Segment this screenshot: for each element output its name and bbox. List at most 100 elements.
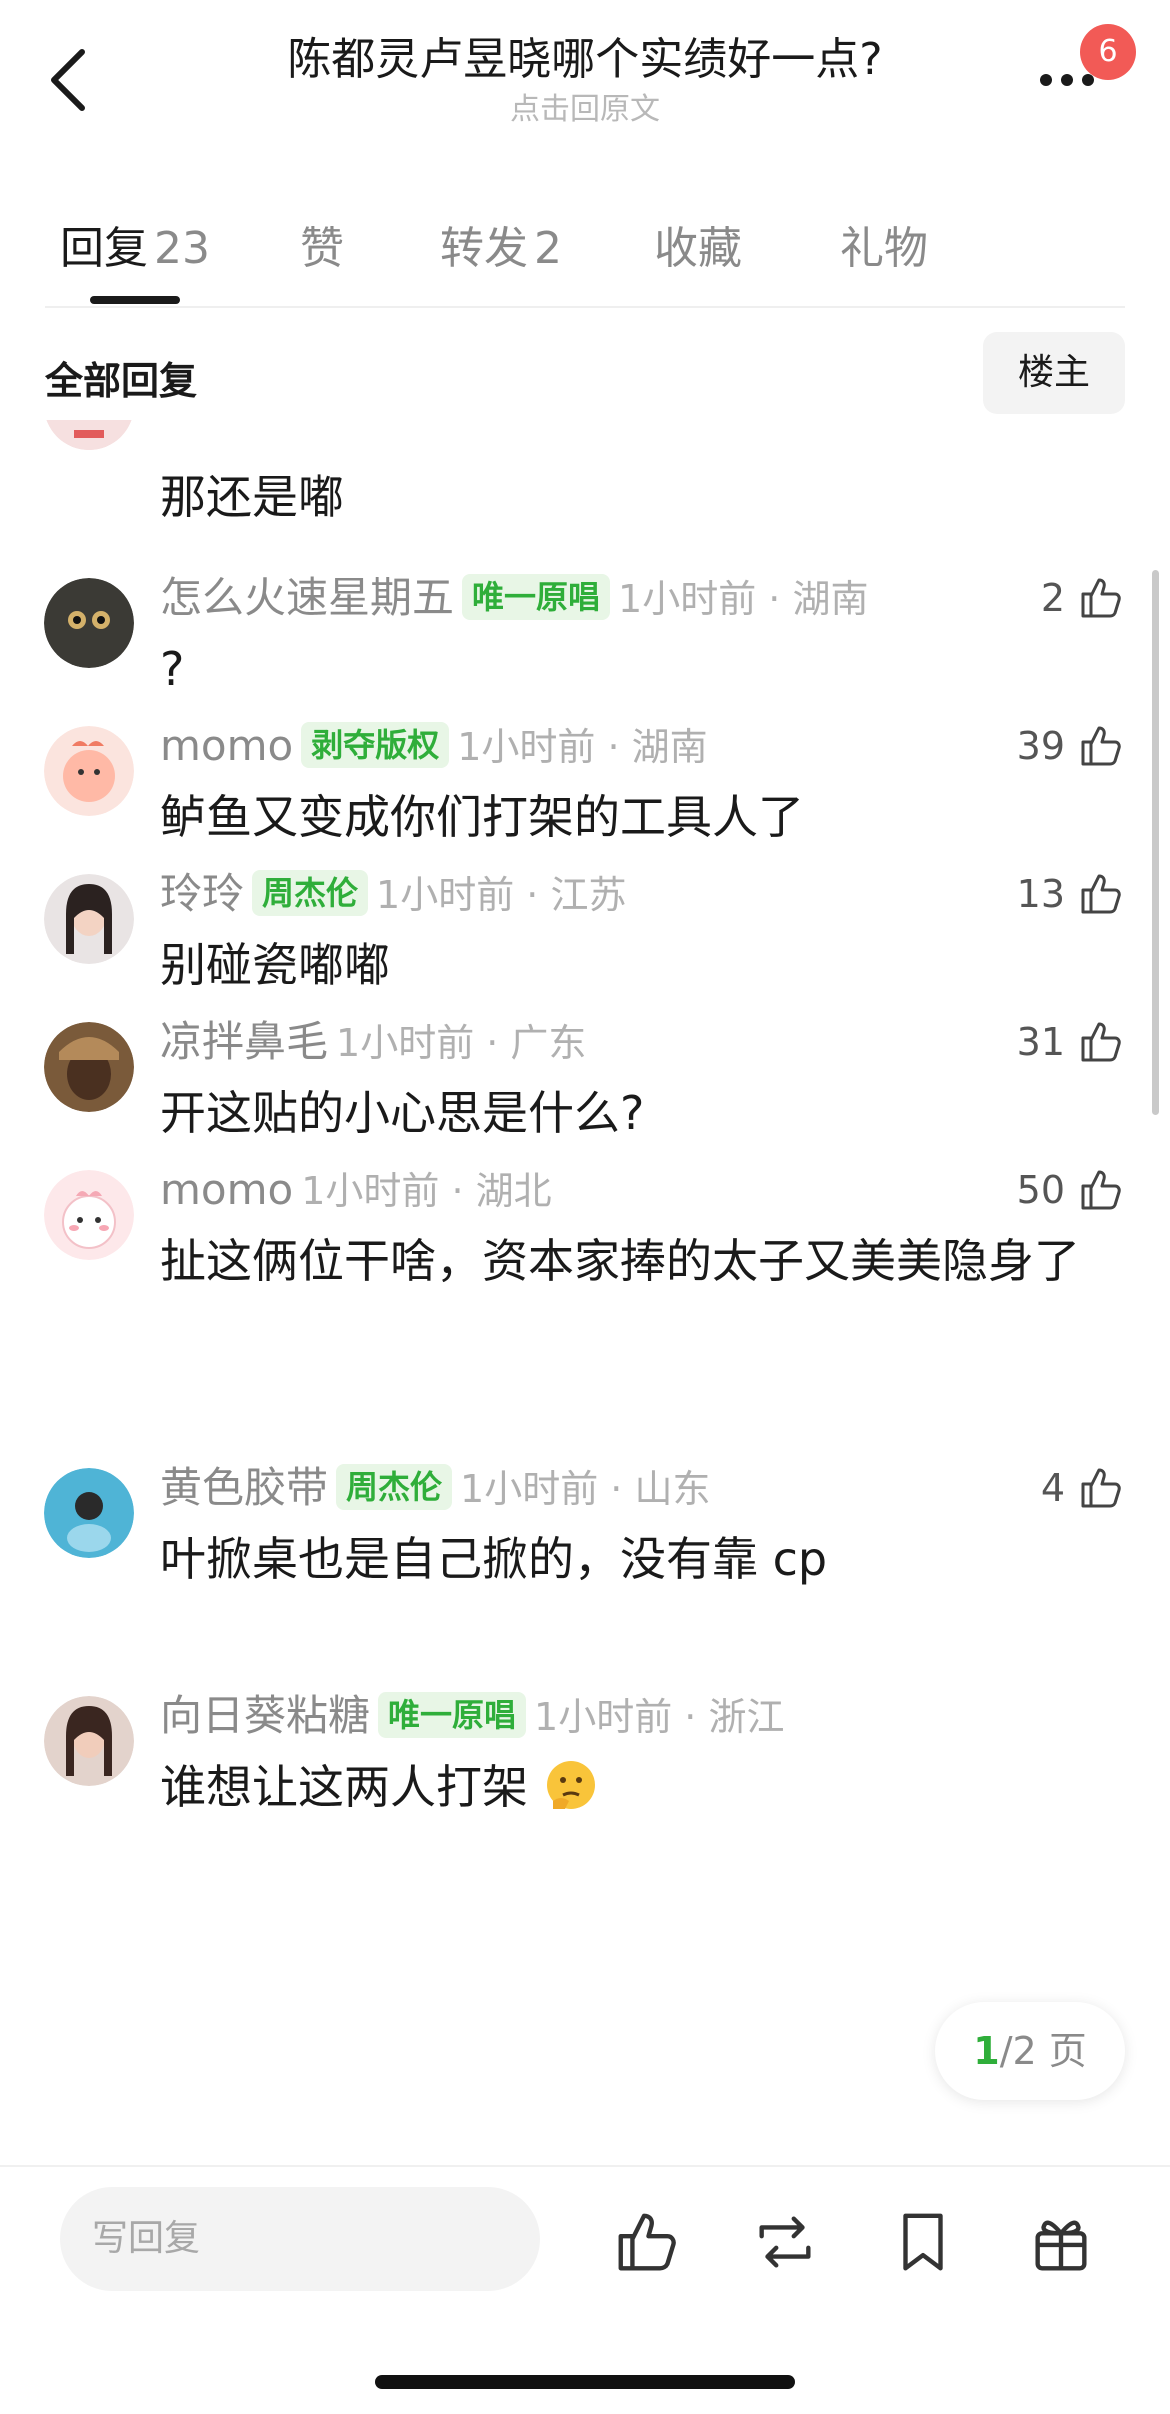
like-icon [618,2213,676,2271]
bookmark-button[interactable] [888,2207,958,2277]
repost-button[interactable] [750,2207,820,2277]
bookmark-icon [903,2213,943,2271]
all-replies-label: 全部回复 [45,359,198,403]
active-tab-indicator [90,296,180,304]
comment-meta: 1小时前 · 湖北 [301,1169,552,1213]
comment-header: 怎么火速星期五 唯一原唱 1小时前 · 湖南 [160,570,868,627]
fan-badge[interactable]: 唯一原唱 [378,1692,527,1738]
comment-text: 扯这俩位干啥，资本家捧的太子又美美隐身了 [160,1234,1080,1288]
fan-badge[interactable]: 周杰伦 [336,1464,453,1510]
comment-header: momo 剥夺版权 1小时前 · 湖南 [160,718,708,775]
scrollbar[interactable] [1152,570,1159,1115]
fan-badge[interactable]: 剥夺版权 [301,722,450,768]
tab-label: 礼物 [840,223,928,274]
like-button[interactable]: 50 [1017,1162,1125,1218]
tab-likes[interactable]: 赞 [300,212,344,276]
like-button[interactable]: 4 [1041,1460,1125,1516]
divider [45,306,1125,308]
thumbs-up-icon [1081,578,1121,618]
comment-text: 那还是嘟 [160,470,344,524]
comment-meta: 1小时前 · 浙江 [534,1695,785,1739]
comment-header: 向日葵粘糖 唯一原唱 1小时前 · 浙江 [160,1688,784,1745]
comment-meta: 1小时前 · 湖南 [618,577,869,621]
comment-header: 凉拌鼻毛 1小时前 · 广东 [160,1014,586,1071]
tab-reposts[interactable]: 转发 2 [440,212,562,276]
thumbs-up-icon [1081,726,1121,766]
avatar[interactable] [44,726,134,816]
gift-icon [1035,2220,1087,2271]
username[interactable]: momo [160,721,293,770]
username[interactable]: 凉拌鼻毛 [160,1017,328,1066]
comment-text: ? [160,642,185,696]
like-count: 31 [1016,1020,1065,1064]
back-button[interactable] [40,40,100,120]
username[interactable]: 玲玲 [160,869,244,918]
tab-label: 收藏 [654,223,742,274]
avatar[interactable] [44,578,134,668]
avatar[interactable] [44,1170,134,1260]
like-button[interactable]: 13 [1017,866,1125,922]
thumbs-up-icon [1081,874,1121,914]
like-button[interactable]: 31 [1017,1014,1125,1070]
like-count: 50 [1016,1168,1065,1212]
username[interactable]: 向日葵粘糖 [160,1691,370,1740]
comment-list[interactable]: 那还是嘟 怎么火速星期五 唯一原唱 1小时前 · 湖南 2 ? momo 剥夺版权 1小… [0,420,1170,2165]
tab-count: 23 [154,223,210,274]
fan-badge[interactable]: 唯一原唱 [462,574,611,620]
comment-text: 谁想让这两人打架 [160,1752,1100,1822]
fan-badge[interactable]: 周杰伦 [252,870,369,916]
tab-favorites[interactable]: 收藏 [654,212,742,276]
avatar[interactable] [44,1022,134,1112]
top-bar: 陈都灵卢昱晓哪个实绩好一点? 点击回原文 6 [0,0,1170,150]
comment-text-content: 谁想让这两人打架 [160,1760,528,1814]
avatar[interactable] [44,420,134,450]
comment-header: momo 1小时前 · 湖北 [160,1162,552,1219]
thumbs-up-icon [1081,1468,1121,1508]
comment-text: 叶掀桌也是自己掀的，没有靠 cp [160,1532,828,1586]
comment-text: 开这贴的小心思是什么? [160,1086,645,1140]
comment-header: 玲玲 周杰伦 1小时前 · 江苏 [160,866,626,923]
thinking-emoji-icon [546,1761,595,1809]
page-title[interactable]: 陈都灵卢昱晓哪个实绩好一点? [150,30,1020,90]
page-indicator-button[interactable]: 1/2 页 [935,2002,1125,2100]
like-count: 2 [1040,576,1065,620]
gift-button[interactable] [1026,2207,1096,2277]
avatar[interactable] [44,874,134,964]
like-count: 4 [1040,1466,1065,1510]
notification-badge: 6 [1080,24,1136,80]
like-count: 39 [1016,724,1065,768]
tab-label: 赞 [300,223,344,274]
tab-count: 2 [534,223,562,274]
more-dot-icon [1082,74,1094,86]
username[interactable]: 黄色胶带 [160,1463,328,1512]
like-button[interactable]: 39 [1017,718,1125,774]
title-block[interactable]: 陈都灵卢昱晓哪个实绩好一点? 点击回原文 [150,30,1020,130]
comment-meta: 1小时前 · 广东 [336,1021,587,1065]
page-total: /2 页 [999,2029,1087,2073]
tab-label: 回复 [60,223,148,274]
thumbs-up-icon [1081,1022,1121,1062]
avatar[interactable] [44,1696,134,1786]
tab-gifts[interactable]: 礼物 [840,212,928,276]
avatar[interactable] [44,1468,134,1558]
chevron-left-icon [51,49,85,111]
comment-text: 鲈鱼又变成你们打架的工具人了 [160,790,804,844]
bottom-action-bar: 写回复 [0,2165,1170,2414]
comment-text: 别碰瓷嘟嘟 [160,938,390,992]
like-count: 13 [1016,872,1065,916]
tab-label: 转发 [440,223,528,274]
back-to-original-link[interactable]: 点击回原文 [150,90,1020,130]
comment-meta: 1小时前 · 湖南 [457,725,708,769]
comment-meta: 1小时前 · 江苏 [376,873,627,917]
username[interactable]: 怎么火速星期五 [160,573,454,622]
repost-icon [759,2216,811,2268]
like-button[interactable]: 2 [1041,570,1125,626]
owner-only-button[interactable]: 楼主 [983,332,1125,414]
like-post-button[interactable] [612,2207,682,2277]
reply-input[interactable]: 写回复 [60,2187,540,2291]
home-indicator [375,2375,795,2389]
filter-row: 全部回复 楼主 [0,330,1170,420]
tab-replies[interactable]: 回复 23 [60,212,210,276]
tab-bar: 回复 23 赞 转发 2 收藏 礼物 [0,200,1170,308]
username[interactable]: momo [160,1165,293,1214]
